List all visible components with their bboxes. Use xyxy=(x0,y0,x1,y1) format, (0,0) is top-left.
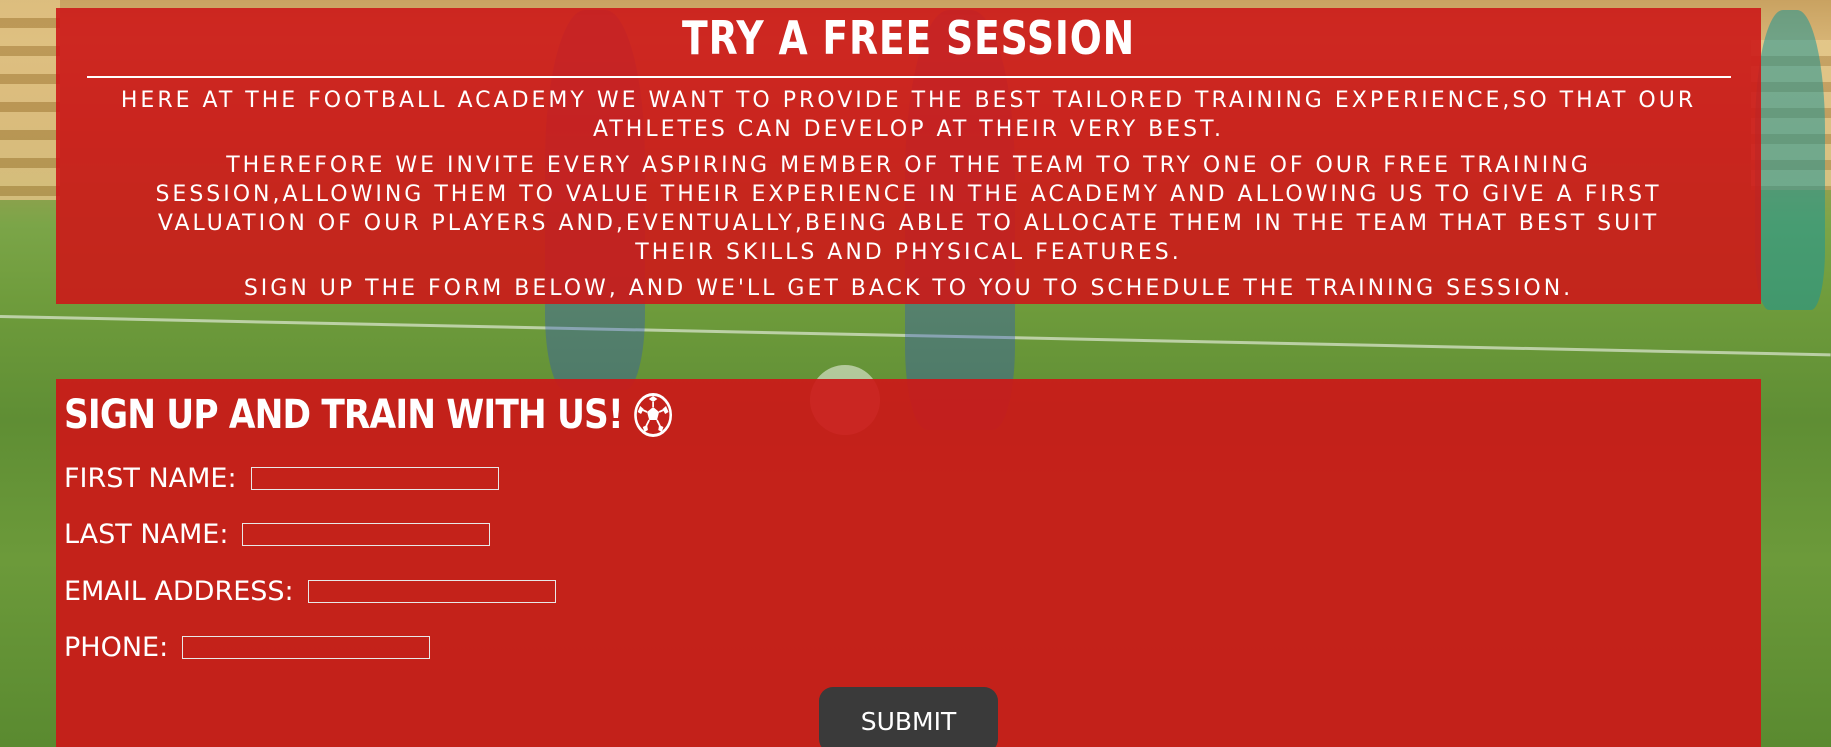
last-name-field[interactable] xyxy=(242,523,491,546)
form-title-text: SIGN UP AND TRAIN WITH US! xyxy=(64,392,624,438)
first-name-label: FIRST NAME: xyxy=(64,463,237,494)
page: TRY A FREE SESSION HERE AT THE FOOTBALL … xyxy=(0,0,1831,747)
first-name-row: FIRST NAME: xyxy=(64,463,499,494)
background-stadium-seats xyxy=(0,0,60,200)
last-name-row: LAST NAME: xyxy=(64,519,491,550)
soccer-ball-icon xyxy=(633,392,673,438)
email-row: EMAIL ADDRESS: xyxy=(64,576,556,607)
email-label: EMAIL ADDRESS: xyxy=(64,576,294,607)
email-field[interactable] xyxy=(307,580,556,603)
phone-label: PHONE: xyxy=(64,632,169,663)
intro-paragraph: SIGN UP THE FORM BELOW, AND WE'LL GET BA… xyxy=(243,276,1574,301)
intro-paragraph: THEREFORE WE INVITE EVERY ASPIRING MEMBE… xyxy=(155,153,1662,265)
intro-paragraph: HERE AT THE FOOTBALL ACADEMY WE WANT TO … xyxy=(120,88,1697,142)
form-title: SIGN UP AND TRAIN WITH US! xyxy=(64,391,673,439)
last-name-label: LAST NAME: xyxy=(64,519,229,550)
free-session-intro-panel: TRY A FREE SESSION HERE AT THE FOOTBALL … xyxy=(56,8,1761,304)
background-player xyxy=(1755,10,1825,310)
title-divider xyxy=(86,76,1731,78)
signup-form-panel: SIGN UP AND TRAIN WITH US! FIRST NAME: L… xyxy=(56,379,1761,747)
phone-field[interactable] xyxy=(182,636,431,659)
intro-title: TRY A FREE SESSION xyxy=(682,11,1135,65)
submit-button[interactable]: SUBMIT xyxy=(819,687,998,747)
first-name-field[interactable] xyxy=(250,467,499,490)
phone-row: PHONE: xyxy=(64,632,431,663)
